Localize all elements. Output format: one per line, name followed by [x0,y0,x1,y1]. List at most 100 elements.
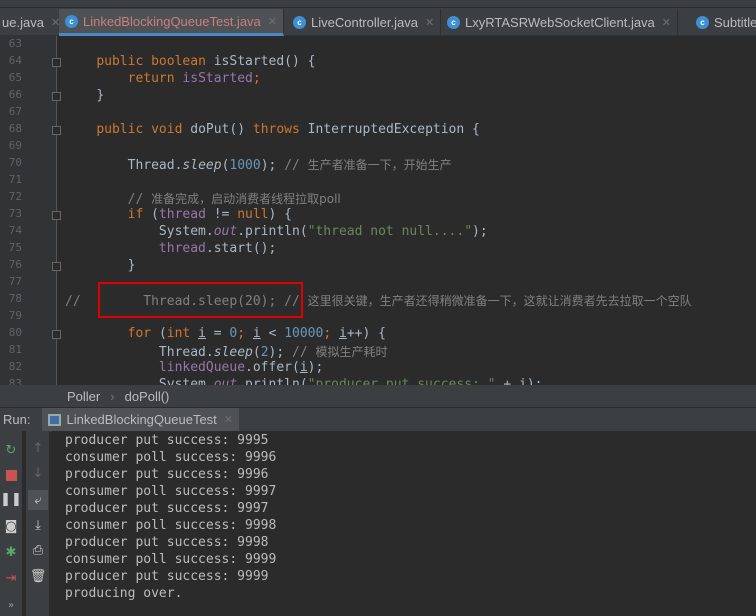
debug-icon[interactable]: ✱ [3,544,19,560]
code-token: 10000 [284,326,324,341]
rerun-icon[interactable]: ↻ [3,442,19,458]
trash-icon[interactable]: 🗑 [30,568,47,584]
line-number: 68 [8,122,22,135]
code-token: ); [260,158,285,173]
code-token: i [252,326,261,341]
exit-icon[interactable]: ⇥ [3,570,19,586]
code-token: null [237,207,269,222]
code-token: 这里很关键，生产者还得稍微准备一下，这就让消费者先去拉取一个空队 [307,294,692,308]
breadcrumb-item-class[interactable]: Poller [67,389,100,404]
code-line: Thread.sleep(1000); // 生产者准备一下，开始生产 [65,156,452,173]
code-token: public [96,54,152,69]
line-number: 78 [8,292,22,305]
run-tab[interactable]: LinkedBlockingQueueTest ✕ [42,407,240,432]
breadcrumb-item-method[interactable]: doPoll() [125,389,170,404]
camera-icon[interactable]: ◙ [3,518,19,534]
line-number: 73 [8,207,22,220]
class-icon: c [293,16,306,29]
code-token: i [198,326,206,341]
line-number: 80 [8,326,22,339]
code-token: "thread not null...." [307,224,473,239]
code-token: out [213,224,238,239]
print-icon[interactable]: ⎙ [30,542,46,558]
close-icon[interactable]: ✕ [224,413,233,426]
code-token: isStarted [182,71,253,86]
line-number: 82 [8,360,22,373]
tab-livecontroller[interactable]: c LiveController.java ✕ [287,9,442,36]
arrow-up-icon[interactable]: ↑ [30,440,46,456]
editor-tab-bar: ue.java ✕ c LinkedBlockingQueueTest.java ✕ … [0,0,756,36]
scroll-to-end-icon[interactable]: ⤓ [30,517,46,533]
fold-icon[interactable] [52,262,61,271]
line-number: 81 [8,343,22,356]
fold-icon[interactable] [52,58,61,67]
console-line: consumer poll success: 9998 [65,518,277,533]
line-number: 83 [8,377,22,385]
fold-icon[interactable] [52,92,61,101]
tab-lxyrtasrwebsocketclient[interactable]: c LxyRTASRWebSocketClient.java ✕ [441,9,679,36]
tab-label: LxyRTASRWebSocketClient.java [465,15,655,30]
line-number: 77 [8,275,22,288]
code-line: Thread.sleep(2); // 模拟生产耗时 [65,343,388,360]
code-token: 1000 [229,158,261,173]
code-token: linkedQueue [158,360,246,375]
tab-queue[interactable]: ue.java ✕ [0,9,68,36]
line-number: 64 [8,54,22,67]
line-number: 72 [8,190,22,203]
soft-wrap-icon[interactable]: ⤶ [28,490,48,510]
navigation-bar [0,0,756,8]
code-token: public [96,122,152,137]
tab-label: LinkedBlockingQueueTest.java [83,13,261,29]
fold-icon[interactable] [52,126,61,135]
line-number: 65 [8,71,22,84]
code-token: ) { [268,207,293,222]
console-line: consumer poll success: 9997 [65,484,277,499]
line-number: 74 [8,224,22,237]
code-token: throws [252,122,308,137]
code-token: return [127,71,183,86]
line-number: 70 [8,156,22,169]
code-token: sleep [182,158,222,173]
code-line: System.out.println("thread not null...."… [65,224,488,239]
code-token: ; [237,326,253,341]
code-token: ( [252,345,261,360]
console-line: producer put success: 9999 [65,569,269,584]
pause-icon[interactable]: ❚❚ [0,491,22,507]
close-icon[interactable]: ✕ [425,16,434,29]
code-token: if [127,207,152,222]
code-token: .offer( [245,360,300,375]
run-label: Run: [3,412,31,427]
code-token: // [127,192,152,207]
arrow-down-icon[interactable]: ↓ [30,465,46,481]
stop-icon[interactable] [3,467,19,483]
console-output[interactable]: producer put success: 9995 consumer poll … [51,431,756,616]
line-number: 67 [8,105,22,118]
code-token: doPut() [190,122,253,137]
tab-linkedblockingqueuetest[interactable]: c LinkedBlockingQueueTest.java ✕ [59,9,284,36]
code-token: .start(); [205,241,277,256]
tab-subtitleutil[interactable]: c SubtitleUti [690,9,756,36]
code-token: 生产者准备一下，开始生产 [307,158,452,172]
fold-icon[interactable] [52,211,61,220]
fold-icon[interactable] [52,330,61,339]
console-line: consumer poll success: 9996 [65,450,277,465]
line-number: 76 [8,258,22,271]
code-token: // [292,345,316,360]
more-icon[interactable]: » [3,597,19,613]
class-icon: c [65,14,78,28]
code-token: thread [158,207,214,222]
close-icon[interactable]: ✕ [662,16,671,29]
code-editor[interactable]: 63 64 public boolean isStarted() {65 retu… [0,36,756,385]
code-token: != [213,207,238,222]
code-line: linkedQueue.offer(i); [65,360,323,375]
code-token: int [166,326,199,341]
code-token: sleep [213,345,253,360]
console-line: producer put success: 9996 [65,467,269,482]
code-token: .println( [237,224,308,239]
close-icon[interactable]: ✕ [268,15,277,28]
